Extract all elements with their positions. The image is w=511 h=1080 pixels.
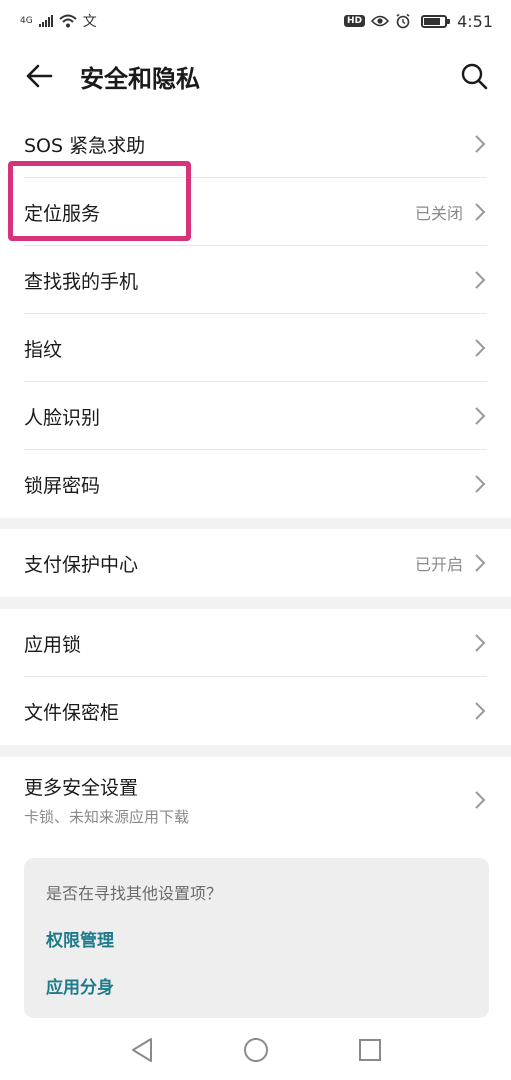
chevron-right-icon <box>475 407 486 425</box>
row-label: SOS 紧急求助 <box>24 134 146 157</box>
row-location-service[interactable]: 定位服务 已关闭 <box>0 178 511 246</box>
status-time: 4:51 <box>457 11 493 31</box>
row-face-recognition[interactable]: 人脸识别 <box>0 382 511 450</box>
status-left: 4G 文 <box>20 11 97 31</box>
wifi-icon <box>59 14 77 28</box>
row-label: 人脸识别 <box>24 406 101 429</box>
chevron-right-icon <box>475 634 486 652</box>
chevron-right-icon <box>475 339 486 357</box>
chevron-right-icon <box>475 791 486 809</box>
link-permission-management[interactable]: 权限管理 <box>46 926 467 951</box>
chevron-right-icon <box>475 135 486 153</box>
row-sos[interactable]: SOS 紧急求助 <box>0 110 511 178</box>
nav-back-button[interactable] <box>128 1036 156 1064</box>
triangle-back-icon <box>131 1038 152 1062</box>
row-label: 查找我的手机 <box>24 270 139 293</box>
signal-icon <box>38 15 53 27</box>
row-label: 锁屏密码 <box>24 474 101 497</box>
network-type: 4G <box>20 16 33 26</box>
row-find-my-phone[interactable]: 查找我的手机 <box>0 246 511 314</box>
status-bar: 4G 文 HD 4:51 <box>0 0 511 42</box>
chevron-right-icon <box>475 475 486 493</box>
battery-level <box>424 17 440 25</box>
chevron-right-icon <box>475 554 486 572</box>
row-fingerprint[interactable]: 指纹 <box>0 314 511 382</box>
suggestion-title: 是否在寻找其他设置项？ <box>46 884 223 903</box>
row-label: 支付保护中心 <box>24 553 139 576</box>
page-title: 安全和隐私 <box>80 64 200 93</box>
navigation-bar <box>0 1020 511 1080</box>
nav-home-button[interactable] <box>242 1036 270 1064</box>
chevron-right-icon <box>475 702 486 720</box>
row-label: 定位服务 <box>24 202 101 225</box>
row-payment-protection[interactable]: 支付保护中心 已开启 <box>0 529 511 597</box>
notification-glyph: 文 <box>82 14 97 30</box>
settings-group-security: SOS 紧急求助 定位服务 已关闭 查找我的手机 指纹 人脸识别 锁屏密码 <box>0 110 511 518</box>
settings-group-payment: 支付保护中心 已开启 <box>0 529 511 597</box>
row-file-safe[interactable]: 文件保密柜 <box>0 677 511 745</box>
square-recents-icon <box>358 1039 381 1061</box>
suggestion-card: 是否在寻找其他设置项？ 权限管理 应用分身 <box>24 858 489 1018</box>
row-more-security[interactable]: 更多安全设置 卡锁、未知来源应用下载 <box>0 757 511 843</box>
back-button[interactable] <box>4 42 74 110</box>
search-icon <box>461 63 488 90</box>
link-app-twin[interactable]: 应用分身 <box>46 973 467 998</box>
nav-recents-button[interactable] <box>356 1036 384 1064</box>
settings-group-more: 更多安全设置 卡锁、未知来源应用下载 <box>0 757 511 843</box>
circle-home-icon <box>243 1038 268 1062</box>
row-value: 已开启 <box>414 555 463 574</box>
row-subtitle: 卡锁、未知来源应用下载 <box>24 808 190 826</box>
row-label: 指纹 <box>24 338 63 361</box>
chevron-right-icon <box>475 271 486 289</box>
row-label: 应用锁 <box>24 633 82 656</box>
status-right: HD 4:51 <box>344 12 493 31</box>
app-bar: 安全和隐私 <box>0 42 511 110</box>
row-label: 更多安全设置 <box>24 777 139 799</box>
battery-icon <box>421 14 451 28</box>
alarm-icon <box>396 13 410 29</box>
row-label: 文件保密柜 <box>24 701 120 724</box>
row-lock-screen-password[interactable]: 锁屏密码 <box>0 450 511 518</box>
eye-icon <box>371 15 390 27</box>
arrow-left-icon <box>26 64 53 88</box>
chevron-right-icon <box>475 203 486 221</box>
row-value: 已关闭 <box>414 204 463 223</box>
hd-icon: HD <box>344 15 366 27</box>
search-button[interactable] <box>439 42 509 110</box>
row-app-lock[interactable]: 应用锁 <box>0 609 511 677</box>
settings-group-apps: 应用锁 文件保密柜 <box>0 609 511 745</box>
